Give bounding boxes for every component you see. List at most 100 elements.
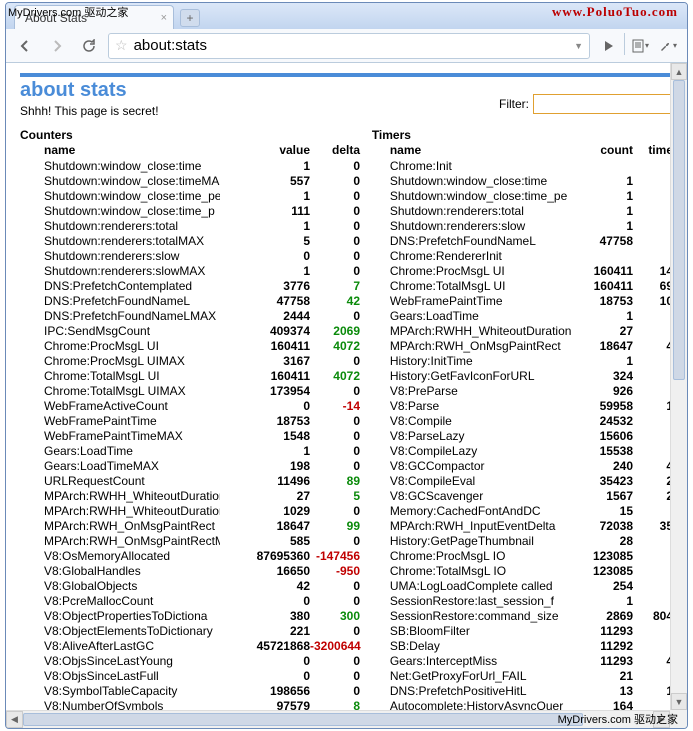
col-header-delta: delta xyxy=(310,143,360,158)
table-row: Autocomplete:HistoryAsyncQuer164 xyxy=(372,699,673,710)
table-row: SB:Delay11292 xyxy=(372,639,673,654)
timer-time xyxy=(633,579,673,594)
timer-name: Net:GetProxyForUrl_FAIL xyxy=(372,669,573,684)
counter-name: Gears:LoadTime xyxy=(20,444,220,459)
counter-name: Chrome:ProcMsgL UI xyxy=(20,339,220,354)
table-row: Chrome:ProcMsgL UIMAX31670 xyxy=(20,354,372,369)
timer-count: 18753 xyxy=(573,294,633,309)
counter-name: Shutdown:renderers:total xyxy=(20,219,220,234)
counter-value: 198 xyxy=(220,459,310,474)
counter-delta: 0 xyxy=(310,414,360,429)
scroll-down-icon[interactable]: ▼ xyxy=(671,693,687,710)
table-row: V8:ParseLazy15606 xyxy=(372,429,673,444)
table-row: UMA:LogLoadComplete called254 xyxy=(372,579,673,594)
table-row: Net:GetProxyForUrl_FAIL21 xyxy=(372,669,673,684)
url-input[interactable] xyxy=(134,37,569,54)
counter-name: V8:PcreMallocCount xyxy=(20,594,220,609)
chevron-down-icon[interactable]: ▼ xyxy=(574,41,583,51)
watermark-top-right: www.PoluoTuo.com xyxy=(552,4,678,20)
timer-count: 1 xyxy=(573,219,633,234)
table-row: V8:ObjectElementsToDictionary2210 xyxy=(20,624,372,639)
timer-name: V8:GCScavenger xyxy=(372,489,573,504)
table-row: Shutdown:renderers:totalMAX50 xyxy=(20,234,372,249)
table-row: WebFramePaintTime1875310 xyxy=(372,294,673,309)
timer-name: WebFramePaintTime xyxy=(372,294,573,309)
counter-name: MPArch:RWHH_WhiteoutDuration xyxy=(20,504,220,519)
timer-name: Shutdown:renderers:slow xyxy=(372,219,573,234)
scroll-thumb[interactable] xyxy=(23,713,583,726)
table-row: DNS:PrefetchContemplated37767 xyxy=(20,279,372,294)
timer-name: Autocomplete:HistoryAsyncQuer xyxy=(372,699,573,710)
table-row: Chrome:TotalMsgL UIMAX1739540 xyxy=(20,384,372,399)
counter-value: 1 xyxy=(220,219,310,234)
timer-count: 1 xyxy=(573,189,633,204)
counter-name: V8:AliveAfterLastGC xyxy=(20,639,220,654)
timer-count: 160411 xyxy=(573,279,633,294)
counter-name: Chrome:TotalMsgL UI xyxy=(20,369,220,384)
table-row: Chrome:Init xyxy=(372,159,673,174)
wrench-menu-button[interactable]: ▾ xyxy=(655,33,681,59)
timer-time xyxy=(633,159,673,174)
timer-time: 4 xyxy=(633,654,673,669)
vertical-scrollbar[interactable]: ▲ ▼ xyxy=(670,63,687,710)
table-row: SessionRestore:last_session_f1 xyxy=(372,594,673,609)
page-menu-button[interactable]: ▾ xyxy=(627,33,653,59)
counter-name: MPArch:RWHH_WhiteoutDuration xyxy=(20,489,220,504)
counter-delta: 0 xyxy=(310,264,360,279)
toolbar: ☆ ▼ ▾ ▾ xyxy=(6,29,687,63)
timer-count: 11293 xyxy=(573,624,633,639)
omnibox[interactable]: ☆ ▼ xyxy=(108,33,590,59)
counter-name: DNS:PrefetchContemplated xyxy=(20,279,220,294)
counter-name: V8:GlobalHandles xyxy=(20,564,220,579)
table-row: Chrome:ProcMsgL IO123085 xyxy=(372,549,673,564)
counter-value: 3167 xyxy=(220,354,310,369)
scroll-left-icon[interactable]: ◀ xyxy=(6,711,23,728)
timer-time: 804 xyxy=(633,609,673,624)
new-tab-button[interactable]: + xyxy=(180,9,200,27)
filter-input[interactable] xyxy=(533,94,673,114)
scroll-up-icon[interactable]: ▲ xyxy=(671,63,687,80)
table-row: V8:PcreMallocCount00 xyxy=(20,594,372,609)
timer-name: Chrome:ProcMsgL IO xyxy=(372,549,573,564)
counter-value: 160411 xyxy=(220,369,310,384)
counter-delta: 0 xyxy=(310,459,360,474)
counter-value: 0 xyxy=(220,594,310,609)
secret-text: Shhh! This page is secret! xyxy=(20,104,159,118)
counter-value: 1 xyxy=(220,159,310,174)
counter-delta: 0 xyxy=(310,174,360,189)
col-header-time: time xyxy=(633,143,673,158)
counter-name: V8:GlobalObjects xyxy=(20,579,220,594)
timer-count: 2869 xyxy=(573,609,633,624)
timer-count: 324 xyxy=(573,369,633,384)
table-row: V8:CompileLazy15538 xyxy=(372,444,673,459)
counter-name: Shutdown:window_close:time_p xyxy=(20,204,220,219)
scroll-thumb[interactable] xyxy=(673,80,685,380)
timer-time xyxy=(633,624,673,639)
table-row: MPArch:RWH_OnMsgPaintRectMAX5850 xyxy=(20,534,372,549)
table-row: MPArch:RWHH_WhiteoutDuration27 xyxy=(372,324,673,339)
timer-time xyxy=(633,174,673,189)
table-row: Shutdown:window_close:time_p1110 xyxy=(20,204,372,219)
counter-value: 5 xyxy=(220,234,310,249)
counter-name: V8:OsMemoryAllocated xyxy=(20,549,220,564)
close-icon[interactable]: × xyxy=(161,12,167,24)
reload-button[interactable] xyxy=(76,33,102,59)
counter-value: 1 xyxy=(220,189,310,204)
forward-button[interactable] xyxy=(44,33,70,59)
table-row: V8:GlobalHandles16650-950 xyxy=(20,564,372,579)
counter-name: Shutdown:renderers:slowMAX xyxy=(20,264,220,279)
counter-name: V8:ObjectPropertiesToDictiona xyxy=(20,609,220,624)
go-button[interactable] xyxy=(596,33,622,59)
timer-count: 160411 xyxy=(573,264,633,279)
table-row: Gears:InterceptMiss112934 xyxy=(372,654,673,669)
timer-time xyxy=(633,309,673,324)
table-row: URLRequestCount1149689 xyxy=(20,474,372,489)
star-icon[interactable]: ☆ xyxy=(115,37,128,54)
table-row: Chrome:ProcMsgL UI1604114072 xyxy=(20,339,372,354)
counter-value: 409374 xyxy=(220,324,310,339)
back-button[interactable] xyxy=(12,33,38,59)
browser-window: About Stats × + ☆ ▼ ▾ ▾ about stats Shhh… xyxy=(5,2,688,729)
timer-count: 13 xyxy=(573,684,633,699)
timer-time xyxy=(633,369,673,384)
counter-value: 1548 xyxy=(220,429,310,444)
